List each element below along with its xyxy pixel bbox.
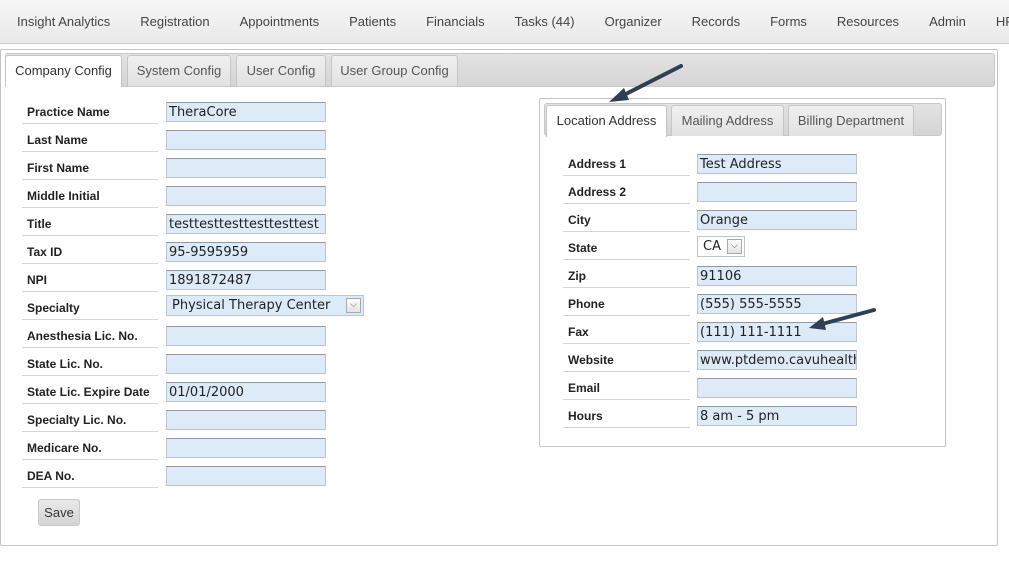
form-row-anesthesia-lic: Anesthesia Lic. No. (22, 322, 382, 350)
title-label: Title (22, 210, 158, 236)
last-name-label: Last Name (22, 126, 158, 152)
state-select-value: CA (703, 239, 721, 254)
top-navigation-bar: Insight Analytics Registration Appointme… (0, 0, 1009, 44)
state-lic-input[interactable] (166, 354, 326, 374)
form-row-practice-name: Practice Name TheraCore (22, 98, 382, 126)
form-row-medicare: Medicare No. (22, 434, 382, 462)
anesthesia-lic-input[interactable] (166, 326, 326, 346)
specialty-lic-input[interactable] (166, 410, 326, 430)
nav-insight-analytics[interactable]: Insight Analytics (0, 0, 125, 44)
npi-label: NPI (22, 266, 158, 292)
form-row-last-name: Last Name (22, 126, 382, 154)
website-label: Website (563, 346, 690, 372)
npi-input[interactable]: 1891872487 (166, 270, 326, 290)
tab-system-config[interactable]: System Config (127, 55, 231, 86)
specialty-lic-label: Specialty Lic. No. (22, 406, 158, 432)
state-lic-expire-label: State Lic. Expire Date (22, 378, 158, 404)
city-label: City (563, 206, 690, 232)
form-row-dea: DEA No. (22, 462, 382, 490)
address-row-zip: Zip 91106 (563, 262, 863, 290)
practice-name-input[interactable]: TheraCore (166, 102, 326, 122)
address-row-state: State CA ⌵ (563, 234, 863, 262)
form-row-first-name: First Name (22, 154, 382, 182)
nav-resources[interactable]: Resources (822, 0, 914, 44)
first-name-label: First Name (22, 154, 158, 180)
tab-company-config[interactable]: Company Config (5, 55, 122, 87)
zip-input[interactable]: 91106 (697, 266, 857, 286)
middle-initial-label: Middle Initial (22, 182, 158, 208)
tax-id-input[interactable]: 95-9595959 (166, 242, 326, 262)
city-input[interactable]: Orange (697, 210, 857, 230)
specialty-label: Specialty (22, 294, 158, 320)
chevron-down-icon[interactable]: ⌵ (346, 298, 361, 313)
save-button[interactable]: Save (38, 499, 80, 526)
phone-input[interactable]: (555) 555-5555 (697, 294, 857, 314)
address-row-phone: Phone (555) 555-5555 (563, 290, 863, 318)
nav-tasks[interactable]: Tasks (44) (500, 0, 590, 44)
form-row-state-lic: State Lic. No. (22, 350, 382, 378)
address-row-address1: Address 1 Test Address (563, 150, 863, 178)
address1-input[interactable]: Test Address (697, 154, 857, 174)
address2-input[interactable] (697, 182, 857, 202)
state-label: State (563, 234, 690, 260)
tab-billing-department[interactable]: Billing Department (788, 105, 914, 136)
nav-organizer[interactable]: Organizer (590, 0, 677, 44)
anesthesia-lic-label: Anesthesia Lic. No. (22, 322, 158, 348)
medicare-label: Medicare No. (22, 434, 158, 460)
address2-label: Address 2 (563, 178, 690, 204)
zip-label: Zip (563, 262, 690, 288)
email-label: Email (563, 374, 690, 400)
nav-forms[interactable]: Forms (755, 0, 822, 44)
nav-appointments[interactable]: Appointments (225, 0, 335, 44)
tab-user-config[interactable]: User Config (236, 55, 326, 86)
phone-label: Phone (563, 290, 690, 316)
middle-initial-input[interactable] (166, 186, 326, 206)
tab-mailing-address[interactable]: Mailing Address (671, 105, 784, 136)
form-row-specialty: Specialty Physical Therapy Center ⌵ (22, 294, 382, 322)
fax-input[interactable]: (111) 111-1111 (697, 322, 857, 342)
state-select[interactable]: CA ⌵ (697, 236, 745, 257)
address-row-website: Website www.ptdemo.cavuhealth (563, 346, 863, 374)
dea-label: DEA No. (22, 462, 158, 488)
tab-user-group-config[interactable]: User Group Config (331, 55, 458, 86)
address-row-email: Email (563, 374, 863, 402)
state-lic-expire-input[interactable]: 01/01/2000 (166, 382, 326, 402)
form-row-state-lic-expire: State Lic. Expire Date 01/01/2000 (22, 378, 382, 406)
first-name-input[interactable] (166, 158, 326, 178)
hours-label: Hours (563, 402, 690, 428)
address1-label: Address 1 (563, 150, 690, 176)
practice-name-label: Practice Name (22, 98, 158, 124)
address-row-fax: Fax (111) 111-1111 (563, 318, 863, 346)
fax-label: Fax (563, 318, 690, 344)
form-row-npi: NPI 1891872487 (22, 266, 382, 294)
nav-admin[interactable]: Admin (914, 0, 981, 44)
hours-input[interactable]: 8 am - 5 pm (697, 406, 857, 426)
form-row-middle-initial: Middle Initial (22, 182, 382, 210)
address-row-city: City Orange (563, 206, 863, 234)
specialty-select-value: Physical Therapy Center (172, 298, 331, 313)
nav-records[interactable]: Records (677, 0, 755, 44)
address-row-hours: Hours 8 am - 5 pm (563, 402, 863, 430)
last-name-input[interactable] (166, 130, 326, 150)
website-input[interactable]: www.ptdemo.cavuhealth (697, 350, 857, 370)
nav-registration[interactable]: Registration (125, 0, 224, 44)
address-row-address2: Address 2 (563, 178, 863, 206)
nav-patients[interactable]: Patients (334, 0, 411, 44)
state-lic-label: State Lic. No. (22, 350, 158, 376)
form-row-title: Title testtesttesttesttesttest (22, 210, 382, 238)
chevron-down-icon[interactable]: ⌵ (727, 239, 742, 254)
form-row-tax-id: Tax ID 95-9595959 (22, 238, 382, 266)
nav-hr[interactable]: HR (981, 0, 1009, 44)
medicare-input[interactable] (166, 438, 326, 458)
title-input[interactable]: testtesttesttesttesttest (166, 214, 326, 234)
tax-id-label: Tax ID (22, 238, 158, 264)
email-input[interactable] (697, 378, 857, 398)
specialty-select[interactable]: Physical Therapy Center ⌵ (166, 295, 364, 316)
dea-input[interactable] (166, 466, 326, 486)
nav-financials[interactable]: Financials (411, 0, 500, 44)
tab-location-address[interactable]: Location Address (546, 105, 667, 137)
form-row-specialty-lic: Specialty Lic. No. (22, 406, 382, 434)
